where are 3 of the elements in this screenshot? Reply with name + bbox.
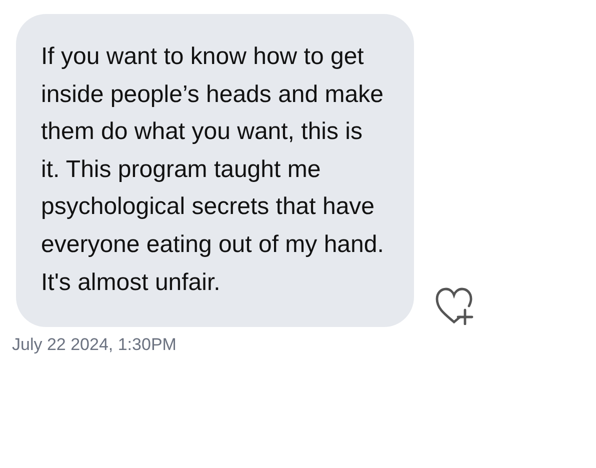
timestamp: July 22 2024, 1:30PM	[12, 335, 178, 356]
message-bubble: If you want to know how to get inside people’s heads and make them do what you want, this is it. This program taught me psychological secrets that have everyone eating out of my hand. It's almost unfair.	[16, 14, 414, 328]
heart-plus-icon[interactable]	[434, 287, 474, 326]
